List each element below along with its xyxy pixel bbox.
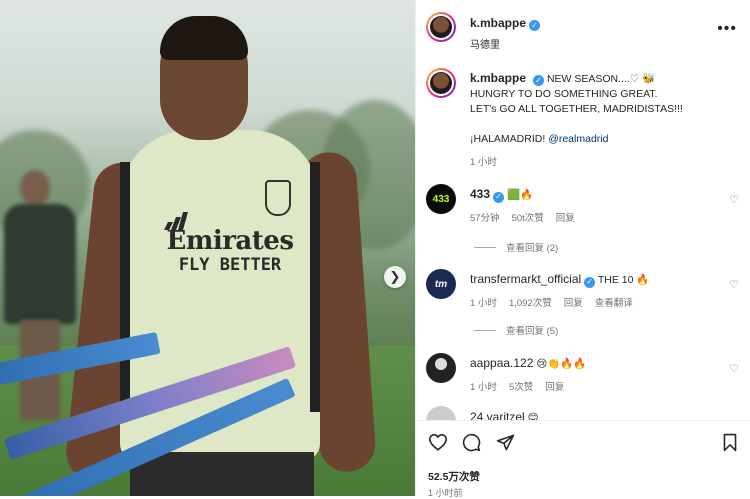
save-bookmark-icon[interactable] [722,433,738,452]
avatar[interactable]: tm [426,269,456,299]
chevron-right-icon: ❯ [389,269,401,284]
like-count[interactable]: 52.5万次赞 [428,469,480,484]
comment-like-count[interactable]: 50t次赞 [512,213,544,224]
reply-button[interactable]: 回复 [564,298,583,309]
verified-badge-icon: ✓ [584,276,596,288]
comment-age: 1 小时 [470,298,497,309]
like-comment-heart-icon[interactable]: ♡ [729,193,739,206]
club-crest-icon [265,180,291,216]
share-paper-plane-icon[interactable] [496,433,515,452]
comment-text: 😢👏🔥🔥 [536,358,587,370]
comment-username[interactable]: transfermarkt_official [470,272,581,286]
caption-username[interactable]: k.mbappe [470,71,526,85]
like-heart-icon[interactable] [428,433,448,451]
shirt-sponsor: Emirates FLY BETTER [165,228,295,274]
avatar-text: 433 [432,193,450,205]
sponsor-slogan: FLY BETTER [178,255,282,275]
background-player [4,170,84,420]
avatar-text: tm [434,278,448,290]
verified-badge-icon: ✓ [529,20,541,31]
post-caption: k.mbappe ✓ NEW SEASON....♡ 🐝 HUNGRY TO DO… [470,71,740,170]
like-comment-heart-icon[interactable]: ♡ [729,362,739,375]
post-location[interactable]: 马德里 [470,36,540,51]
avatar[interactable] [426,68,456,98]
comment-text: 🟩🔥 [506,189,534,201]
comment-like-count[interactable]: 5次赞 [509,382,533,393]
caption-hashtag: ¡HALAMADRID! [470,133,546,145]
reply-button[interactable]: 回复 [545,382,564,393]
caption-line: HUNGRY TO DO SOMETHING GREAT. [470,88,658,100]
reply-button[interactable]: 回复 [556,213,575,224]
comment-age: 57分钟 [470,213,500,224]
verified-badge-icon: ✓ [533,75,545,86]
next-image-button[interactable]: ❯ [384,266,406,288]
comment-like-count[interactable]: 1,092次赞 [509,298,552,309]
comment-item-clipped: 24.varitzel 😊 [416,404,750,420]
avatar[interactable] [426,12,456,42]
view-replies-button[interactable]: 查看回复 (2) [474,240,558,254]
avatar[interactable] [426,353,456,383]
verified-badge-icon: ✓ [493,191,505,203]
avatar[interactable] [426,406,456,420]
sponsor-name: Emirates [166,226,294,256]
caption-line: NEW SEASON....♡ 🐝 [546,73,656,85]
avatar[interactable]: 433 [426,184,456,214]
comment-age: 1 小时 [470,382,497,393]
comment-text: THE 10 🔥 [597,274,650,286]
view-replies-button[interactable]: 查看回复 (5) [474,323,558,337]
post-timestamp: 1 小时前 [428,488,463,498]
view-replies-label: 查看回复 (2) [506,243,559,254]
comment-username[interactable]: 24.varitzel [470,410,525,420]
view-replies-label: 查看回复 (5) [506,326,559,337]
more-options-icon[interactable]: ••• [717,20,737,38]
author-username[interactable]: k.mbappe [470,16,526,30]
comment-text: 😊 [527,412,539,420]
comment-username[interactable]: aappaa.122 [470,356,533,370]
post-detail-panel: k.mbappe ✓ 马德里 ••• k.mbappe ✓ NEW SEASON..… [415,0,750,498]
caption-line: LET's GO ALL TOGETHER, MADRIDISTAS!!! [470,103,683,115]
post-actions-bar [416,420,750,461]
comment-username[interactable]: 433 [470,187,490,201]
comment-bubble-icon[interactable] [462,433,481,452]
post-header: k.mbappe ✓ 马德里 ••• [416,0,750,54]
post-photo: Emirates FLY BETTER ❯ [0,0,415,496]
see-translation-button[interactable]: 查看翻译 [595,298,633,309]
like-comment-heart-icon[interactable]: ♡ [729,278,739,291]
caption-timestamp: 1 小时 [470,157,497,168]
mention-link[interactable]: @realmadrid [548,133,608,145]
